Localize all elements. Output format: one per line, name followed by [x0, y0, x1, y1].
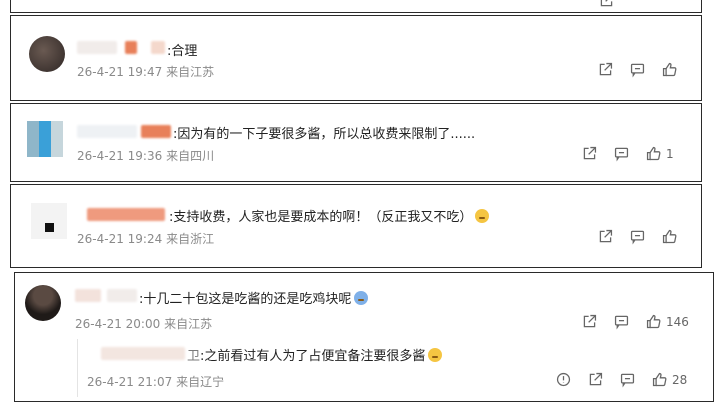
thumbs-up-icon — [662, 229, 677, 244]
comment-button[interactable] — [619, 371, 636, 388]
username-censored[interactable] — [75, 289, 101, 302]
username-censored[interactable] — [77, 41, 117, 54]
comment-icon — [620, 373, 635, 388]
comment-text: :合理 — [167, 44, 198, 59]
cry-laugh-emoji-icon — [354, 291, 369, 305]
reply-text: 卫:之前看过有人为了占便宜备注要很多酱 — [187, 345, 443, 364]
avatar[interactable] — [29, 36, 65, 72]
share-icon — [600, 0, 613, 7]
username-censored[interactable] — [87, 208, 165, 221]
comment-actions — [597, 61, 682, 78]
comment-time: 26-4-21 20:00 — [75, 317, 161, 331]
reply-location: 来自辽宁 — [176, 375, 225, 389]
share-button[interactable] — [598, 0, 615, 9]
comment-text-content: :十几二十包这是吃酱的还是吃鸡块呢 — [139, 292, 352, 307]
comment-location: 来自江苏 — [166, 65, 215, 79]
comment-card: :合理 26-4-21 19:47 来自江苏 — [10, 15, 702, 101]
comment-icon — [630, 63, 645, 78]
comment-card: :十几二十包这是吃酱的还是吃鸡块呢 26-4-21 20:00 来自江苏 146… — [14, 272, 714, 402]
share-icon — [583, 314, 597, 328]
comment-button[interactable] — [629, 228, 646, 245]
cat-emoji-icon — [428, 348, 443, 362]
thumbs-up-icon — [662, 62, 677, 77]
comment-location: 来自江苏 — [164, 317, 213, 331]
like-button[interactable]: 28 — [651, 371, 687, 388]
comment-time: 26-4-21 19:47 — [77, 65, 163, 79]
share-button[interactable] — [597, 61, 614, 78]
share-icon — [589, 372, 603, 386]
like-count: 1 — [666, 146, 674, 161]
username-censored[interactable] — [77, 125, 137, 138]
share-button[interactable] — [581, 145, 598, 162]
thumbs-up-icon — [652, 372, 667, 387]
like-button[interactable]: 146 — [645, 313, 689, 330]
comment-meta: 26-4-21 19:24 来自浙江 — [77, 230, 214, 247]
comment-meta: 26-4-21 20:00 来自江苏 — [75, 315, 212, 332]
like-button[interactable] — [661, 61, 682, 78]
comment-time: 26-4-21 19:24 — [77, 232, 163, 246]
reply-thread-line — [77, 339, 78, 397]
username-censored[interactable] — [107, 289, 137, 302]
avatar[interactable] — [27, 121, 63, 157]
avatar[interactable] — [25, 285, 61, 321]
comment-location: 来自浙江 — [166, 232, 215, 246]
thumbs-up-icon — [646, 314, 661, 329]
reply-text-content: :之前看过有人为了占便宜备注要很多酱 — [200, 349, 426, 364]
username-censored[interactable] — [125, 41, 137, 54]
username-censored[interactable] — [141, 125, 171, 138]
comment-meta: 26-4-21 19:36 来自四川 — [77, 147, 214, 164]
comment-button[interactable] — [629, 61, 646, 78]
share-button[interactable] — [587, 371, 604, 388]
share-button[interactable] — [597, 228, 614, 245]
comment-actions — [597, 228, 682, 245]
comment-icon — [614, 315, 629, 330]
comment-icon — [630, 230, 645, 245]
comment-actions: 146 — [581, 313, 689, 330]
like-count: 28 — [672, 372, 688, 387]
thumbs-up-icon — [646, 146, 661, 161]
comment-text: :支持收费，人家也是要成本的啊！（反正我又不吃） — [169, 206, 490, 225]
report-icon — [556, 372, 571, 387]
report-button[interactable] — [555, 371, 572, 388]
comment-card: :支持收费，人家也是要成本的啊！（反正我又不吃） 26-4-21 19:24 来… — [10, 184, 702, 268]
comment-text: :因为有的一下子要很多酱，所以总收费来限制了...... — [173, 127, 476, 142]
share-icon — [599, 62, 613, 76]
comment-location: 来自四川 — [166, 149, 215, 163]
comment-button[interactable] — [613, 313, 630, 330]
comment-meta: 26-4-21 19:47 来自江苏 — [77, 63, 214, 80]
reply-actions: 28 — [555, 371, 687, 388]
comment-text: :十几二十包这是吃酱的还是吃鸡块呢 — [139, 288, 369, 307]
like-button[interactable]: 1 — [645, 145, 674, 162]
reply-time: 26-4-21 21:07 — [87, 375, 173, 389]
comment-time: 26-4-21 19:36 — [77, 149, 163, 163]
comment-actions: 1 — [581, 145, 674, 162]
comment-card: :因为有的一下子要很多酱，所以总收费来限制了...... 26-4-21 19:… — [10, 103, 702, 182]
comment-icon — [614, 147, 629, 162]
reply-meta: 26-4-21 21:07 来自辽宁 — [87, 373, 224, 390]
like-button[interactable] — [661, 228, 682, 245]
comment-text-content: :支持收费，人家也是要成本的啊！（反正我又不吃） — [169, 210, 473, 225]
share-icon — [583, 146, 597, 160]
comment-actions-partial — [598, 0, 615, 9]
avatar-mark — [45, 223, 54, 232]
username-censored[interactable] — [151, 41, 165, 54]
reply-username-censored[interactable] — [101, 347, 185, 360]
comment-button[interactable] — [613, 145, 630, 162]
avatar[interactable] — [31, 203, 67, 239]
reply-name-tail[interactable]: 卫 — [187, 349, 200, 364]
share-icon — [599, 229, 613, 243]
like-count: 146 — [666, 314, 689, 329]
share-button[interactable] — [581, 313, 598, 330]
laugh-emoji-icon — [475, 209, 490, 223]
